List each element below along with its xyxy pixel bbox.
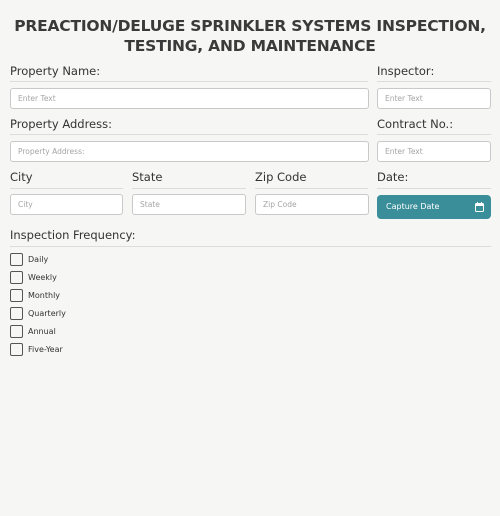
inspector-label: Inspector: [377, 64, 435, 78]
monthly-checkbox[interactable] [10, 289, 23, 302]
property-address-label: Property Address: [10, 117, 112, 131]
contract-no-label: Contract No.: [377, 117, 454, 131]
date-label: Date: [377, 170, 409, 184]
daily-checkbox[interactable] [10, 253, 23, 266]
city-label: City [10, 170, 33, 184]
state-divider [132, 188, 246, 189]
zip-code-label: Zip Code [255, 170, 307, 184]
contract-no-input[interactable] [377, 141, 491, 162]
inspector-divider [377, 81, 491, 82]
frequency-option-five-year[interactable]: Five-Year [10, 343, 63, 356]
form-title: PREACTION/DELUGE SPRINKLER SYSTEMS INSPE… [0, 16, 500, 56]
city-input[interactable] [10, 194, 123, 215]
capture-date-button[interactable]: Capture Date [377, 195, 491, 219]
property-address-input[interactable] [10, 141, 369, 162]
inspection-frequency-label: Inspection Frequency: [10, 228, 136, 242]
annual-label: Annual [28, 327, 56, 336]
annual-checkbox[interactable] [10, 325, 23, 338]
state-label: State [132, 170, 163, 184]
daily-label: Daily [28, 255, 49, 264]
frequency-option-daily[interactable]: Daily [10, 253, 48, 266]
property-name-divider [10, 81, 368, 82]
property-name-input[interactable] [10, 88, 369, 109]
property-name-label: Property Name: [10, 64, 101, 78]
calendar-icon [475, 202, 484, 212]
five-year-label: Five-Year [28, 345, 63, 354]
frequency-option-annual[interactable]: Annual [10, 325, 56, 338]
zip-code-divider [255, 188, 368, 189]
monthly-label: Monthly [28, 291, 61, 300]
date-divider [377, 188, 491, 189]
form-title-line1: PREACTION/DELUGE SPRINKLER SYSTEMS INSPE… [14, 17, 486, 35]
frequency-option-weekly[interactable]: Weekly [10, 271, 57, 284]
property-address-divider [10, 134, 368, 135]
frequency-option-monthly[interactable]: Monthly [10, 289, 60, 302]
city-divider [10, 188, 123, 189]
weekly-label: Weekly [28, 273, 57, 282]
quarterly-label: Quarterly [28, 309, 66, 318]
capture-date-label: Capture Date [386, 202, 440, 211]
five-year-checkbox[interactable] [10, 343, 23, 356]
state-input[interactable] [132, 194, 246, 215]
form-title-line2: TESTING, AND MAINTENANCE [124, 37, 376, 55]
weekly-checkbox[interactable] [10, 271, 23, 284]
inspection-frequency-divider [10, 246, 491, 247]
quarterly-checkbox[interactable] [10, 307, 23, 320]
contract-no-divider [377, 134, 491, 135]
zip-code-input[interactable] [255, 194, 369, 215]
inspector-input[interactable] [377, 88, 491, 109]
frequency-option-quarterly[interactable]: Quarterly [10, 307, 66, 320]
